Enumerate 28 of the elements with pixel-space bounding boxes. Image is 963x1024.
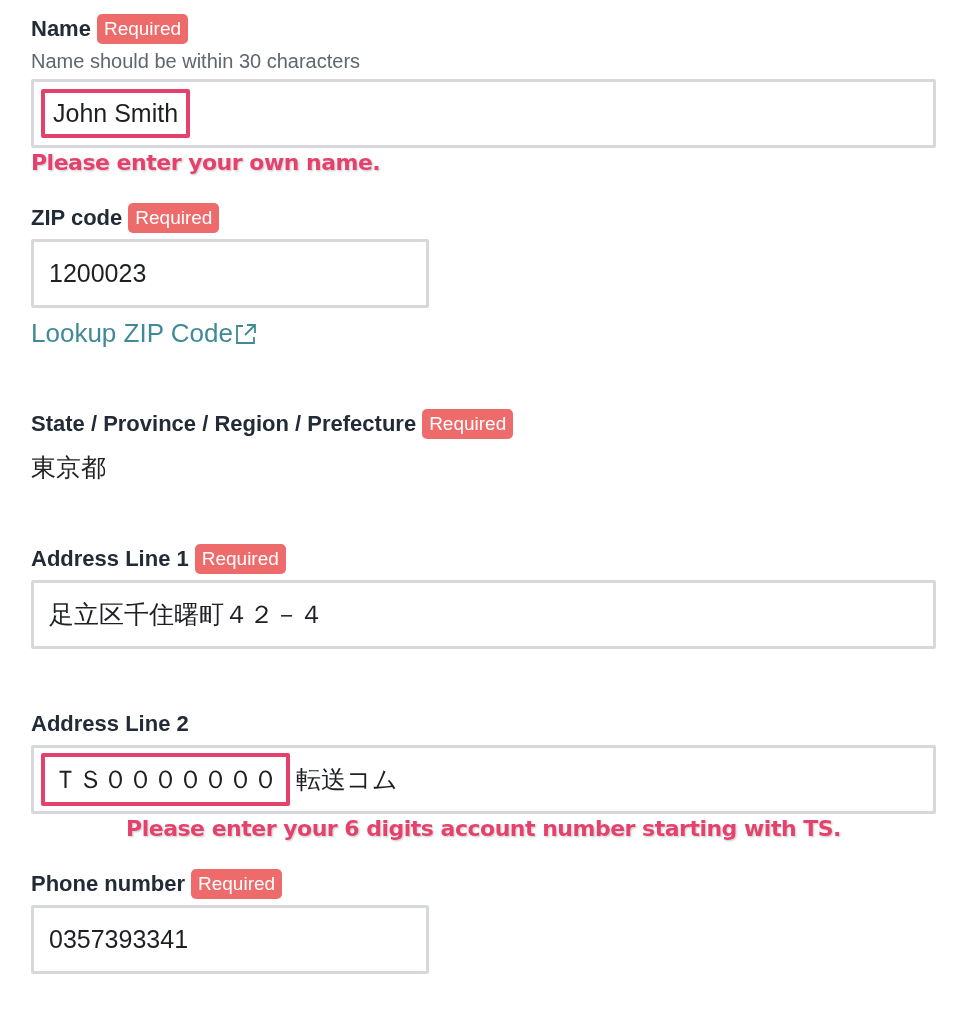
external-link-icon — [233, 321, 258, 346]
input-field[interactable]: John Smith — [31, 79, 936, 148]
field-value: 足立区千住曙町４２－４ — [49, 599, 324, 630]
field-label: Address Line 1 — [31, 546, 189, 572]
field-value: 0357393341 — [49, 924, 189, 955]
required-badge: Required — [96, 14, 189, 44]
input-field[interactable]: 0357393341 — [31, 905, 429, 974]
input-field[interactable]: 足立区千住曙町４２－４ — [31, 580, 936, 649]
highlighted-value: ＴＳ０００００００ — [41, 753, 290, 806]
input-field[interactable]: ＴＳ０００００００ 転送コム — [31, 745, 936, 814]
highlighted-value: John Smith — [41, 89, 191, 138]
field-label: Name — [31, 16, 91, 42]
field-label: ZIP code — [31, 205, 123, 231]
required-badge: Required — [191, 869, 283, 899]
annotation-text: Please enter your own name. — [31, 150, 382, 175]
lookup-link[interactable]: Lookup ZIP Code — [31, 318, 258, 349]
required-badge: Required — [194, 544, 286, 574]
field-label: Phone number — [31, 871, 185, 897]
annotation-text: Please enter your 6 digits account number starting with TS. — [125, 816, 842, 841]
field-value: 1200023 — [49, 258, 147, 289]
field-value: 東京都 — [31, 452, 107, 483]
field-label: State / Province / Region / Prefecture — [31, 411, 417, 437]
field-hint: Name should be within 30 characters — [31, 50, 362, 73]
input-field[interactable]: 1200023 — [31, 239, 429, 308]
field-value: 転送コム — [296, 764, 398, 795]
required-badge: Required — [128, 203, 220, 233]
field-label: Address Line 2 — [31, 711, 189, 737]
required-badge: Required — [422, 409, 514, 439]
